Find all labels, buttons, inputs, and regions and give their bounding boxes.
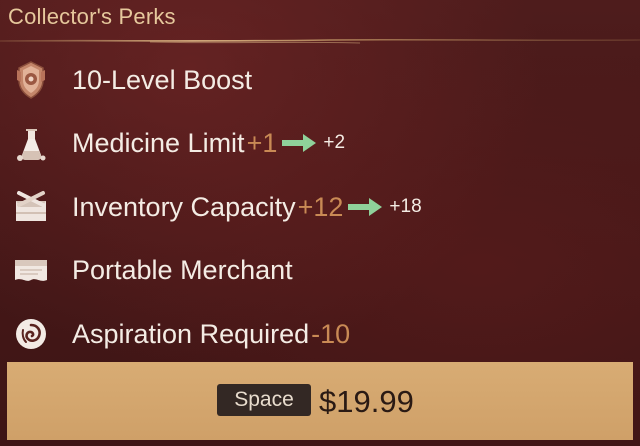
perk-label-wrap: Medicine Limit +1 +2 [72,125,345,161]
perk-upgraded-modifier: +2 [323,132,346,153]
perk-label: Inventory Capacity [72,191,296,222]
perk-row-level-boost: 10-Level Boost [0,50,640,110]
boost-emblem-icon [17,61,45,99]
panel-header: Collector's Perks [0,0,640,44]
merchant-scroll-icon [15,260,47,281]
perk-current-modifier: -10 [311,318,351,349]
purchase-button[interactable]: Space $19.99 [7,362,633,440]
perk-label-wrap: Inventory Capacity +12 +18 [72,189,422,225]
perk-label: 10-Level Boost [72,64,253,95]
inventory-crate-icon [16,191,46,221]
perk-label: Aspiration Required [72,318,310,349]
perk-current-modifier: +12 [297,191,344,222]
header-divider [0,38,640,44]
collectors-perks-panel: Collector's Perks 10-Level Boost Medicin… [0,0,640,446]
perk-current-modifier: +1 [246,127,278,158]
aspiration-swirl-icon [16,319,46,349]
perk-label: Portable Merchant [72,254,293,285]
perk-row-portable-merchant: Portable Merchant [0,240,640,300]
price-label: $19.99 [319,384,414,419]
key-hint-label: Space [234,388,294,411]
perk-label-wrap: 10-Level Boost [72,62,252,98]
perk-label-wrap: Portable Merchant [72,252,293,288]
panel-title: Collector's Perks [8,4,176,29]
upgrade-arrow-icon [348,198,383,216]
perk-label: Medicine Limit [72,127,245,158]
perk-row-aspiration-required: Aspiration Required -10 [0,304,640,364]
perk-upgraded-modifier: +18 [389,196,422,217]
perk-row-medicine-limit: Medicine Limit +1 +2 [0,113,640,173]
perk-label-wrap: Aspiration Required -10 [72,316,350,352]
perk-row-inventory-capacity: Inventory Capacity +12 +18 [0,177,640,237]
perk-list: 10-Level Boost Medicine Limit +1 +2 Inve… [0,46,640,362]
upgrade-arrow-icon [282,134,317,152]
space-key-hint: Space [217,384,311,416]
medicine-flask-icon [17,129,46,161]
